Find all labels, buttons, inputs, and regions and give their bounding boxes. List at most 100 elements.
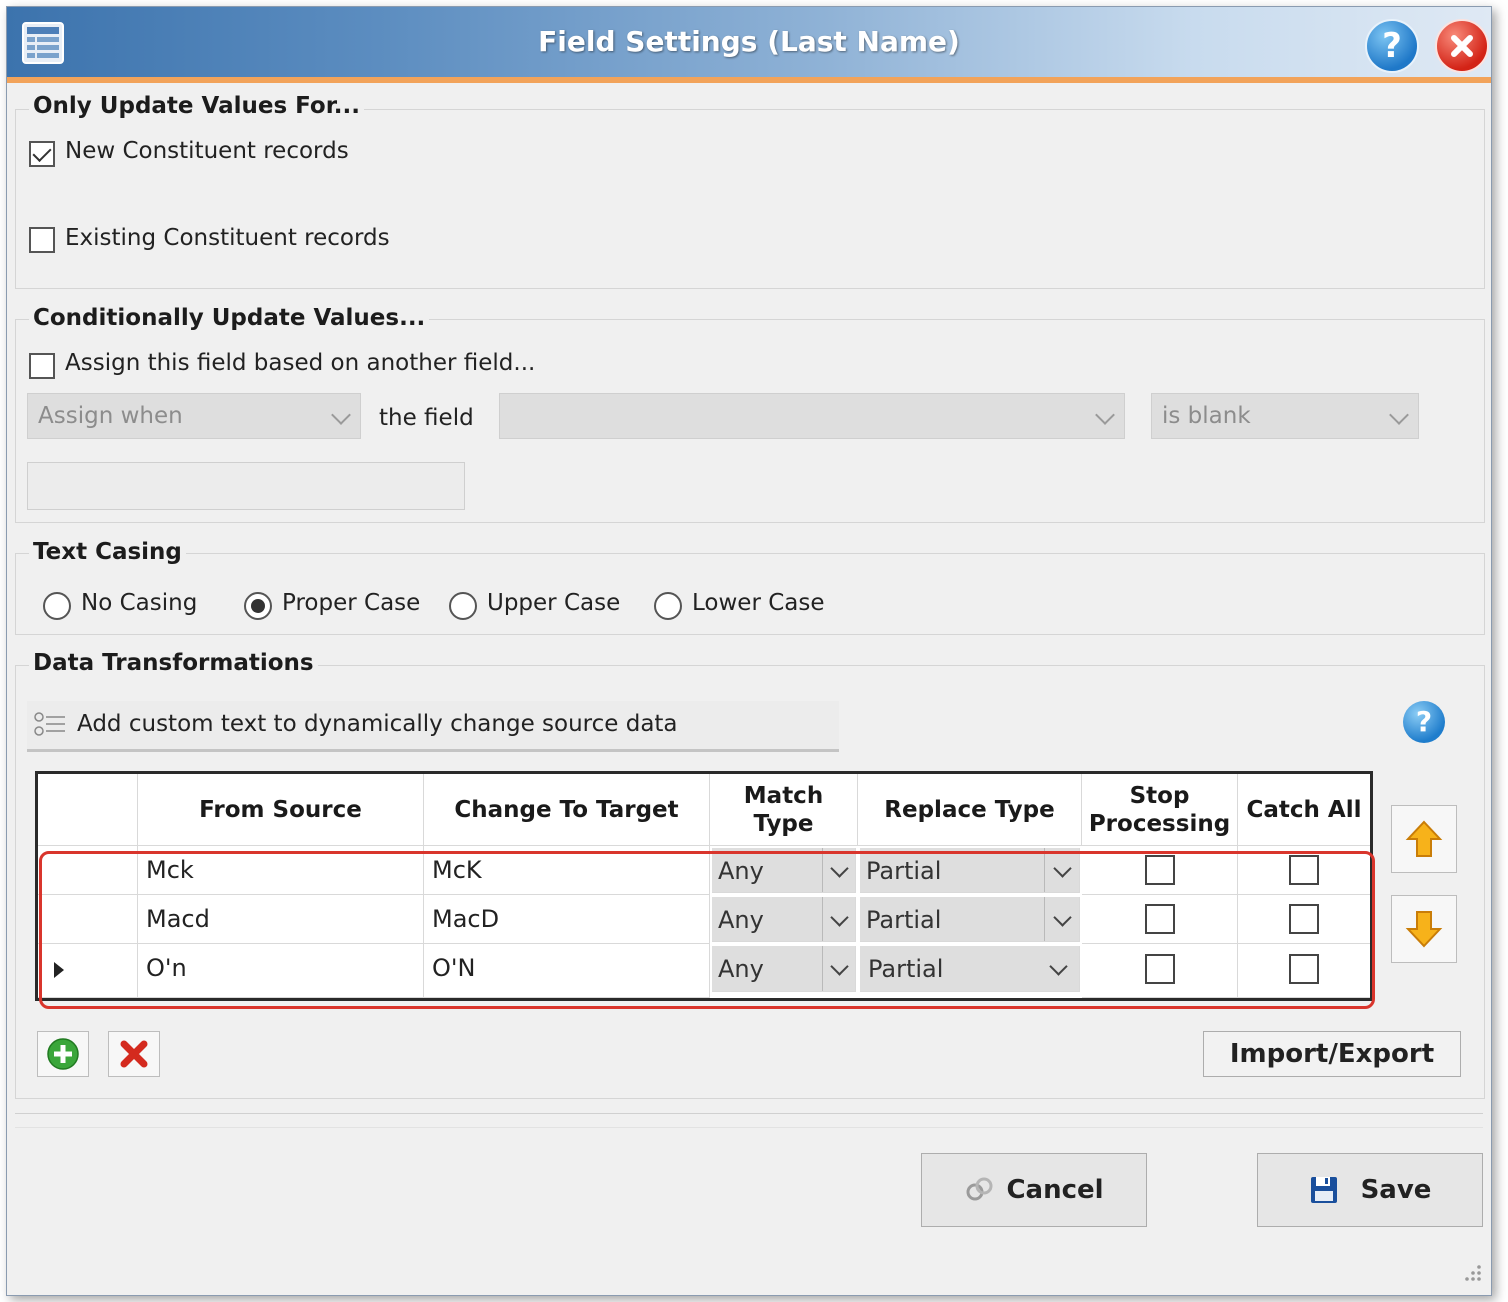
match-type-value: Any [718, 906, 764, 934]
change-to-target-cell[interactable]: MacD [424, 895, 710, 944]
chevron-down-icon [1389, 405, 1409, 425]
row-selector[interactable] [38, 846, 138, 895]
chevron-down-icon [1053, 859, 1072, 878]
replace-type-value: Partial [868, 955, 944, 983]
assign-based-on-field-checkbox[interactable] [29, 353, 55, 379]
save-button[interactable]: Save [1257, 1153, 1483, 1227]
the-field-label: the field [379, 405, 474, 431]
column-replace-type[interactable]: Replace Type [858, 774, 1082, 846]
dialog-title: Field Settings (Last Name) [538, 25, 960, 58]
upper-case-radio[interactable] [449, 592, 477, 620]
condition-value: is blank [1162, 403, 1251, 429]
catch-all-checkbox[interactable] [1289, 954, 1319, 984]
from-source-cell[interactable]: Macd [138, 895, 424, 944]
catch-all-cell [1238, 895, 1370, 944]
from-source-cell[interactable]: O'n [138, 944, 424, 998]
match-type-header-line1: Match [743, 782, 824, 809]
only-update-title: Only Update Values For... [29, 93, 365, 119]
no-casing-radio[interactable] [43, 592, 71, 620]
column-stop-processing[interactable]: Stop Processing [1082, 774, 1238, 846]
catch-all-checkbox[interactable] [1289, 904, 1319, 934]
separator-line [15, 1127, 1483, 1128]
match-type-value: Any [718, 857, 764, 885]
delete-row-button[interactable] [108, 1031, 160, 1077]
arrow-up-icon [1405, 820, 1443, 857]
stop-processing-checkbox[interactable] [1145, 954, 1175, 984]
new-constituent-label: New Constituent records [65, 138, 349, 164]
change-to-target-cell[interactable]: McK [424, 846, 710, 895]
proper-case-radio[interactable] [244, 592, 272, 620]
replace-type-header-label: Replace Type [884, 796, 1055, 823]
import-export-label: Import/Export [1229, 1039, 1435, 1069]
conditional-update-title: Conditionally Update Values... [29, 305, 430, 331]
match-type-dropdown[interactable]: Any [712, 848, 856, 893]
column-match-type[interactable]: Match Type [710, 774, 858, 846]
only-update-group [15, 109, 1485, 289]
stop-processing-cell [1082, 895, 1238, 944]
condition-value-input[interactable] [27, 462, 465, 510]
row-header-column [38, 774, 138, 846]
list-options-icon [34, 712, 65, 736]
delete-red-x-icon [120, 1040, 148, 1068]
replace-type-dropdown[interactable]: Partial [860, 848, 1080, 893]
chevron-down-icon [331, 405, 351, 425]
stop-processing-cell [1082, 846, 1238, 895]
upper-case-label: Upper Case [487, 590, 621, 616]
catch-all-cell [1238, 944, 1370, 998]
add-row-button[interactable] [37, 1031, 89, 1077]
from-source-header-label: From Source [199, 796, 362, 823]
column-change-to-target[interactable]: Change To Target [424, 774, 710, 846]
replace-type-value: Partial [866, 906, 942, 934]
stop-processing-checkbox[interactable] [1145, 855, 1175, 885]
stop-processing-header-line2: Processing [1088, 810, 1231, 837]
close-button[interactable] [1435, 19, 1489, 73]
close-icon [1451, 35, 1473, 57]
lower-case-radio[interactable] [654, 592, 682, 620]
assign-when-dropdown[interactable]: Assign when [27, 393, 361, 439]
cancel-button[interactable]: Cancel [921, 1153, 1147, 1227]
stop-processing-header-line1: Stop [1129, 782, 1190, 809]
from-source-cell[interactable]: Mck [138, 846, 424, 895]
column-from-source[interactable]: From Source [138, 774, 424, 846]
existing-constituent-checkbox[interactable] [29, 227, 55, 253]
match-type-value: Any [718, 955, 764, 983]
stop-processing-checkbox[interactable] [1145, 904, 1175, 934]
replace-type-dropdown[interactable]: Partial [860, 897, 1080, 942]
chevron-down-icon [830, 908, 849, 927]
match-type-dropdown[interactable]: Any [712, 897, 856, 942]
title-bar: Field Settings (Last Name) ? [7, 7, 1491, 83]
chevron-down-icon [1095, 405, 1115, 425]
separator-line [15, 1113, 1483, 1114]
transformations-help-button[interactable]: ? [1403, 701, 1445, 743]
catch-all-cell [1238, 846, 1370, 895]
row-selector[interactable] [38, 895, 138, 944]
field-select-dropdown[interactable] [499, 393, 1125, 439]
stop-processing-cell [1082, 944, 1238, 998]
import-export-button[interactable]: Import/Export [1203, 1031, 1461, 1077]
resize-grip-icon[interactable] [1459, 1259, 1483, 1283]
match-type-header-line2: Type [753, 810, 814, 837]
replace-type-dropdown[interactable]: Partial [860, 946, 1080, 992]
catch-all-header-label: Catch All [1246, 796, 1362, 823]
new-constituent-checkbox[interactable] [29, 141, 55, 167]
match-type-dropdown[interactable]: Any [712, 946, 856, 992]
field-settings-dialog: Field Settings (Last Name) ? Only Update… [6, 6, 1492, 1296]
add-green-icon [47, 1038, 79, 1070]
proper-case-label: Proper Case [282, 590, 421, 616]
assign-when-value: Assign when [38, 403, 183, 429]
save-label: Save [1360, 1175, 1432, 1205]
cancel-link-icon [966, 1177, 993, 1201]
change-to-target-cell[interactable]: O'N [424, 944, 710, 998]
move-down-button[interactable] [1391, 895, 1457, 963]
column-catch-all[interactable]: Catch All [1238, 774, 1370, 846]
chevron-down-icon [1053, 908, 1072, 927]
current-row-arrow-icon [54, 962, 64, 978]
condition-dropdown[interactable]: is blank [1151, 393, 1419, 439]
move-up-button[interactable] [1391, 805, 1457, 873]
arrow-down-icon [1405, 911, 1443, 948]
add-custom-text-button[interactable]: Add custom text to dynamically change so… [27, 701, 839, 752]
help-button[interactable]: ? [1365, 19, 1419, 73]
cancel-label: Cancel [1006, 1175, 1104, 1205]
row-selector-current[interactable] [38, 944, 138, 998]
catch-all-checkbox[interactable] [1289, 855, 1319, 885]
